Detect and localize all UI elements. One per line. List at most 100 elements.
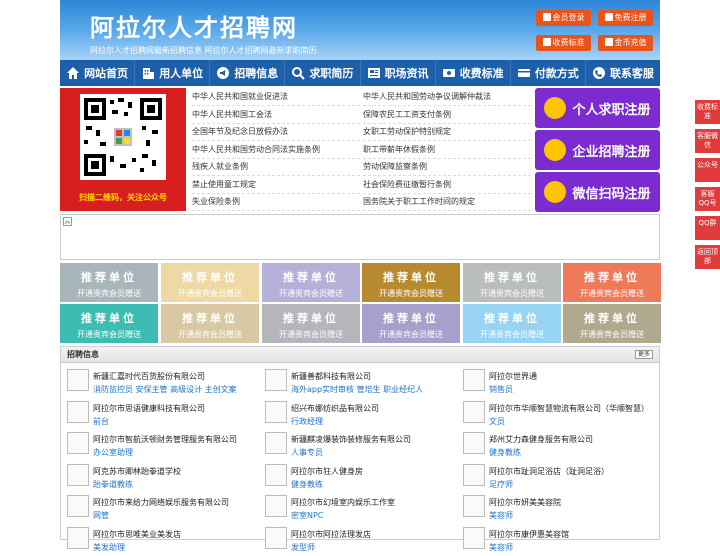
recommended-employer-tile[interactable]: 推荐单位 开通贵宾会员赠送	[463, 263, 561, 302]
job-item[interactable]: 阿拉尔市狂人健身房 健身教练	[259, 462, 449, 493]
law-link[interactable]: 中华人民共和国劳动合同法实施条例	[192, 141, 360, 159]
ad-banner[interactable]	[60, 214, 660, 260]
more-jobs-button[interactable]: 更多	[635, 350, 653, 359]
law-link[interactable]: 劳动保障监察条例	[363, 158, 531, 176]
job-item[interactable]: 阿拉尔市康伊惠美容馆 美容师	[457, 525, 647, 556]
job-item[interactable]: 阿拉尔市妍美美容院 美容师	[457, 493, 647, 524]
law-link[interactable]: 保障农民工工资支付条例	[363, 106, 531, 124]
law-link[interactable]: 残疾人就业条例	[192, 158, 360, 176]
side-wechat-service[interactable]: 客服微信	[695, 129, 720, 153]
company-name[interactable]: 阿拉尔市趾洞足浴店（趾洞足浴）	[489, 466, 609, 477]
job-positions[interactable]: 发型师	[291, 542, 315, 553]
job-item[interactable]: 新疆麒凌爆装饰装修服务有限公司 人事专员	[259, 430, 449, 461]
company-name[interactable]: 阿拉尔市思唯美业美发店	[93, 529, 181, 540]
law-link[interactable]: 女职工劳动保护特别规定	[363, 123, 531, 141]
law-link[interactable]: 中华人民共和国工会法	[192, 106, 360, 124]
back-to-top[interactable]: 返回顶部	[695, 245, 720, 269]
job-item[interactable]: 绍兴布娜纺织品有限公司 行政经理	[259, 399, 449, 430]
job-positions[interactable]: 办公室助理	[93, 447, 133, 458]
company-name[interactable]: 阿拉尔市智航沃顿财务管理服务有限公司	[93, 434, 237, 445]
job-positions[interactable]: 跆拳道教练	[93, 479, 133, 490]
job-positions[interactable]: 足疗师	[489, 479, 513, 490]
job-positions[interactable]: 网管	[93, 510, 109, 521]
pricing-button[interactable]: 收费标准	[536, 35, 591, 51]
nav-jobs[interactable]: 招聘信息	[210, 60, 286, 86]
recommended-employer-tile[interactable]: 推荐单位 开通贵宾会员赠送	[262, 263, 360, 302]
law-link[interactable]: 社会保险费征缴暂行条例	[363, 176, 531, 194]
company-name[interactable]: 阿克苏市卿林跆拳道学校	[93, 466, 181, 477]
job-item[interactable]: 新疆汇嘉时代百货股份有限公司 消防监控员 安保主管 高级设计 主创文案	[61, 367, 251, 398]
company-name[interactable]: 阿拉尔市思语健康科技有限公司	[93, 403, 205, 414]
job-item[interactable]: 阿拉尔市华顺智慧物流有限公司（华顺智慧） 文员	[457, 399, 649, 430]
register-button[interactable]: 免费注册	[598, 10, 653, 26]
company-name[interactable]: 绍兴布娜纺织品有限公司	[291, 403, 379, 414]
nav-employers[interactable]: 用人单位	[135, 60, 211, 86]
recommended-employer-tile[interactable]: 推荐单位 开通贵宾会员赠送	[563, 263, 661, 302]
company-name[interactable]: 阿拉尔市狂人健身房	[291, 466, 363, 477]
recommended-employer-tile[interactable]: 推荐单位 开通贵宾会员赠送	[563, 304, 661, 343]
nav-news[interactable]: 职场资讯	[361, 60, 436, 86]
job-item[interactable]: 新疆善都科技有限公司海外app实时审核 管培生 职业经纪人	[259, 367, 449, 398]
nav-home[interactable]: 网站首页	[60, 60, 136, 86]
job-positions[interactable]: 健身教练	[489, 447, 521, 458]
job-positions[interactable]: 美容师	[489, 510, 513, 521]
company-name[interactable]: 新疆善都科技有限公司	[291, 371, 371, 382]
job-positions[interactable]: 美发助理	[93, 542, 125, 553]
company-name[interactable]: 阿拉尔市华顺智慧物流有限公司（华顺智慧）	[489, 403, 649, 414]
job-item[interactable]: 阿拉尔市智航沃顿财务管理服务有限公司 办公室助理	[61, 430, 251, 461]
law-link[interactable]: 国务院关于职工工作时间的规定	[363, 193, 531, 211]
side-qq-group[interactable]: QQ群	[695, 216, 720, 240]
law-link[interactable]: 中华人民共和国劳动争议调解仲裁法	[363, 88, 531, 106]
company-name[interactable]: 阿拉尔市康伊惠美容馆	[489, 529, 569, 540]
company-name[interactable]: 阿拉尔市阿拉法理发店	[291, 529, 371, 540]
recharge-button[interactable]: 金币充值	[598, 35, 653, 51]
law-link[interactable]: 禁止使用童工规定	[192, 176, 360, 194]
company-name[interactable]: 阿拉尔市幻境室内娱乐工作室	[291, 497, 395, 508]
job-item[interactable]: 阿拉尔市来给力网络娱乐服务有限公司 网管	[61, 493, 251, 524]
company-name[interactable]: 新疆麒凌爆装饰装修服务有限公司	[291, 434, 411, 445]
law-link[interactable]: 职工带薪年休假条例	[363, 141, 531, 159]
job-item[interactable]: 阿拉尔市幻境室内娱乐工作室 密室NPC	[259, 493, 449, 524]
job-item[interactable]: 阿克苏市卿林跆拳道学校 跆拳道教练	[61, 462, 251, 493]
recommended-employer-tile[interactable]: 推荐单位 开通贵宾会员赠送	[161, 263, 259, 302]
job-positions[interactable]: 销售员	[489, 384, 513, 395]
job-item[interactable]: 阿拉尔市思语健康科技有限公司 前台	[61, 399, 251, 430]
wechat-register-button[interactable]: 微信扫码注册	[535, 172, 660, 212]
job-positions[interactable]: 人事专员	[291, 447, 323, 458]
login-button[interactable]: 会员登录	[536, 10, 591, 26]
recommended-employer-tile[interactable]: 推荐单位 开通贵宾会员赠送	[60, 263, 158, 302]
side-official-account[interactable]: 公众号	[695, 158, 720, 182]
job-item[interactable]: 郑州艾力森健身服务有限公司 健身教练	[457, 430, 647, 461]
side-qq-service[interactable]: 客服QQ号	[695, 187, 720, 211]
nav-resumes[interactable]: 求职简历	[285, 60, 361, 86]
job-positions[interactable]: 前台	[93, 416, 109, 427]
law-link[interactable]: 全国年节及纪念日放假办法	[192, 123, 360, 141]
recommended-employer-tile[interactable]: 推荐单位 开通贵宾会员赠送	[362, 304, 460, 343]
job-positions[interactable]: 行政经理	[291, 416, 323, 427]
law-link[interactable]: 中华人民共和国就业促进法	[192, 88, 360, 106]
recommended-employer-tile[interactable]: 推荐单位 开通贵宾会员赠送	[60, 304, 158, 343]
site-logo[interactable]: 阿拉尔人才招聘网	[90, 8, 298, 43]
company-name[interactable]: 阿拉尔世界通	[489, 371, 537, 382]
side-pricing[interactable]: 收费标准	[695, 100, 720, 124]
job-positions[interactable]: 美容师	[489, 542, 513, 553]
jobseeker-register-button[interactable]: 个人求职注册	[535, 88, 660, 128]
job-positions[interactable]: 文员	[489, 416, 505, 427]
company-name[interactable]: 阿拉尔市妍美美容院	[489, 497, 561, 508]
nav-contact[interactable]: 联系客服	[586, 60, 660, 86]
job-item[interactable]: 阿拉尔市思唯美业美发店 美发助理	[61, 525, 251, 556]
recommended-employer-tile[interactable]: 推荐单位 开通贵宾会员赠送	[362, 263, 460, 302]
job-positions[interactable]: 健身教练	[291, 479, 323, 490]
job-item[interactable]: 阿拉尔市趾洞足浴店（趾洞足浴） 足疗师	[457, 462, 647, 493]
nav-payment[interactable]: 付款方式	[511, 60, 586, 86]
recommended-employer-tile[interactable]: 推荐单位 开通贵宾会员赠送	[262, 304, 360, 343]
law-link[interactable]: 失业保险条例	[192, 193, 360, 211]
job-positions[interactable]: 密室NPC	[291, 510, 323, 521]
company-name[interactable]: 新疆汇嘉时代百货股份有限公司	[93, 371, 205, 382]
recommended-employer-tile[interactable]: 推荐单位 开通贵宾会员赠送	[161, 304, 259, 343]
recommended-employer-tile[interactable]: 推荐单位 开通贵宾会员赠送	[463, 304, 561, 343]
job-positions[interactable]: 海外app实时审核 管培生 职业经纪人	[291, 384, 423, 395]
job-item[interactable]: 阿拉尔世界通 销售员	[457, 367, 647, 398]
company-name[interactable]: 阿拉尔市来给力网络娱乐服务有限公司	[93, 497, 229, 508]
nav-pricing[interactable]: 收费标准	[436, 60, 511, 86]
